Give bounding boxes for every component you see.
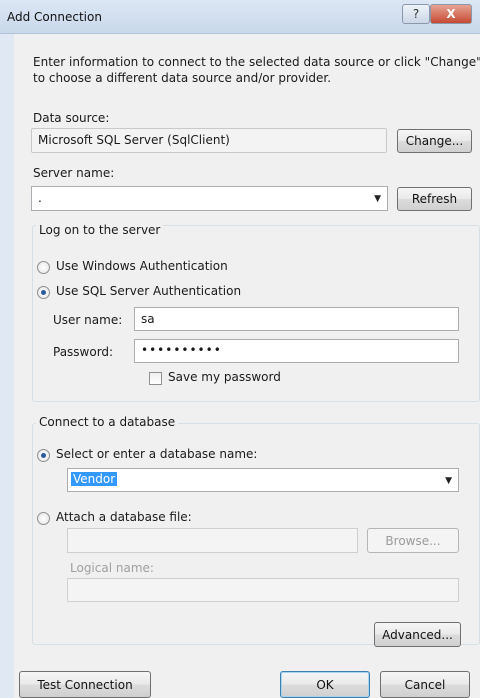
server-name-value: . bbox=[38, 191, 42, 205]
browse-button[interactable]: Browse... bbox=[367, 528, 459, 553]
save-password-checkbox[interactable] bbox=[149, 372, 162, 385]
save-password-label[interactable]: Save my password bbox=[168, 370, 281, 384]
close-icon: X bbox=[446, 7, 456, 21]
change-button-label: Change... bbox=[405, 134, 464, 148]
window-title: Add Connection bbox=[7, 10, 102, 24]
windows-auth-radio[interactable] bbox=[37, 261, 50, 274]
password-value: •••••••••• bbox=[141, 343, 222, 357]
close-button[interactable]: X bbox=[430, 4, 472, 24]
intro-text: Enter information to connect to the sele… bbox=[33, 55, 480, 85]
database-group-title: Connect to a database bbox=[36, 415, 179, 429]
database-file-input[interactable] bbox=[67, 528, 358, 553]
database-name-combobox[interactable]: Vendor ▼ bbox=[67, 468, 459, 492]
select-db-label[interactable]: Select or enter a database name: bbox=[56, 447, 257, 461]
ok-button[interactable]: OK bbox=[280, 671, 370, 698]
select-db-radio[interactable] bbox=[37, 449, 50, 462]
password-input[interactable]: •••••••••• bbox=[134, 339, 459, 363]
help-button[interactable]: ? bbox=[402, 4, 430, 24]
attach-db-label[interactable]: Attach a database file: bbox=[56, 510, 192, 524]
help-icon: ? bbox=[412, 7, 420, 21]
refresh-button-label: Refresh bbox=[411, 192, 458, 206]
data-source-value: Microsoft SQL Server (SqlClient) bbox=[38, 133, 230, 147]
username-input[interactable]: sa bbox=[134, 307, 459, 331]
refresh-button[interactable]: Refresh bbox=[397, 187, 472, 211]
server-name-label: Server name: bbox=[33, 166, 115, 180]
advanced-button[interactable]: Advanced... bbox=[374, 622, 461, 647]
logical-name-input[interactable] bbox=[67, 578, 459, 602]
server-name-combobox[interactable]: . ▼ bbox=[31, 186, 388, 211]
chevron-down-icon[interactable]: ▼ bbox=[445, 476, 452, 486]
advanced-button-label: Advanced... bbox=[382, 627, 453, 642]
test-connection-label: Test Connection bbox=[37, 677, 133, 692]
password-label: Password: bbox=[53, 345, 114, 359]
sql-auth-label[interactable]: Use SQL Server Authentication bbox=[56, 284, 241, 298]
data-source-label: Data source: bbox=[33, 111, 110, 125]
username-value: sa bbox=[141, 312, 155, 326]
logical-name-label: Logical name: bbox=[70, 561, 154, 575]
attach-db-radio[interactable] bbox=[37, 512, 50, 525]
data-source-field: Microsoft SQL Server (SqlClient) bbox=[31, 128, 387, 153]
username-label: User name: bbox=[53, 313, 123, 327]
ok-button-label: OK bbox=[316, 677, 334, 692]
chevron-down-icon[interactable]: ▼ bbox=[374, 194, 381, 204]
logon-group-title: Log on to the server bbox=[36, 223, 164, 237]
cancel-button[interactable]: Cancel bbox=[380, 671, 470, 698]
browse-button-label: Browse... bbox=[385, 533, 441, 548]
sql-auth-radio[interactable] bbox=[37, 286, 50, 299]
database-name-value: Vendor bbox=[71, 472, 118, 486]
dialog-body: Enter information to connect to the sele… bbox=[14, 34, 480, 698]
title-bar: Add Connection ? X bbox=[0, 0, 480, 34]
change-button[interactable]: Change... bbox=[397, 129, 472, 153]
windows-auth-label[interactable]: Use Windows Authentication bbox=[56, 259, 228, 273]
test-connection-button[interactable]: Test Connection bbox=[19, 671, 151, 698]
cancel-button-label: Cancel bbox=[404, 677, 446, 692]
